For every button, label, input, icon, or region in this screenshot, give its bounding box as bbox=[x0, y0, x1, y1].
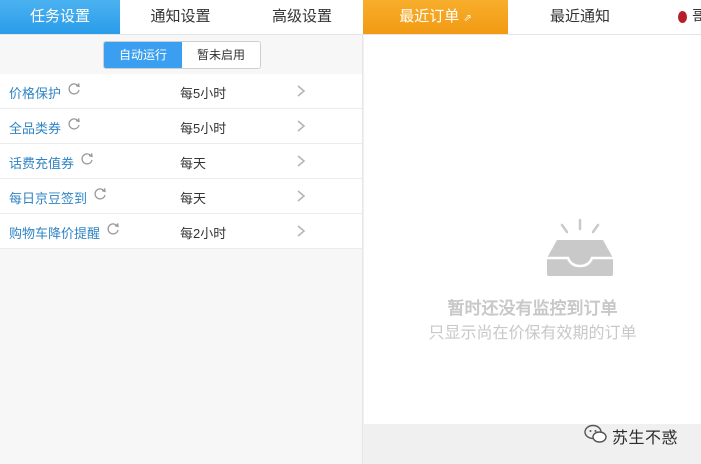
chevron-right-icon[interactable] bbox=[296, 84, 306, 98]
task-row-daily-jingdou-checkin[interactable]: 每日京豆签到 每天 bbox=[0, 179, 362, 214]
task-row-price-protection[interactable]: 价格保护 每5小时 bbox=[0, 74, 362, 109]
task-frequency: 每2小时 bbox=[180, 226, 227, 241]
task-name[interactable]: 话费充值券 bbox=[9, 153, 74, 172]
refresh-icon[interactable] bbox=[80, 152, 94, 166]
refresh-icon[interactable] bbox=[93, 187, 107, 201]
task-frequency: 每天 bbox=[180, 191, 207, 206]
tab-notification-settings[interactable]: 通知设置 bbox=[120, 0, 241, 34]
task-frequency: 每天 bbox=[180, 156, 207, 171]
tab-recent-orders[interactable]: 最近订单 ⇗ bbox=[363, 0, 508, 34]
tab-recent-notifications[interactable]: 最近通知 bbox=[508, 0, 652, 34]
red-dot-icon bbox=[678, 11, 687, 23]
refresh-icon[interactable] bbox=[67, 82, 81, 96]
mode-toggle: 自动运行 暂未启用 bbox=[103, 41, 261, 69]
task-frequency: 每5小时 bbox=[180, 121, 227, 136]
chevron-right-icon[interactable] bbox=[296, 119, 306, 133]
tab-advanced-settings[interactable]: 高级设置 bbox=[241, 0, 363, 34]
recent-orders-panel bbox=[364, 35, 701, 424]
external-link-icon: ⇗ bbox=[463, 13, 472, 24]
task-settings-panel: 自动运行 暂未启用 价格保护 每5小时 全品类券 每5小时 话费充值券 每天 每… bbox=[0, 35, 363, 464]
not-enabled-button[interactable]: 暂未启用 bbox=[182, 42, 260, 68]
empty-state-subtitle: 只显示尚在价保有效期的订单 bbox=[428, 325, 637, 342]
tab-task-settings[interactable]: 任务设置 bbox=[0, 0, 120, 34]
chevron-right-icon[interactable] bbox=[296, 154, 306, 168]
empty-tray-icon bbox=[547, 218, 613, 276]
task-frequency: 每5小时 bbox=[180, 86, 227, 101]
task-list: 价格保护 每5小时 全品类券 每5小时 话费充值券 每天 每日京豆签到 每天 购… bbox=[0, 74, 362, 249]
task-row-all-category-coupon[interactable]: 全品类券 每5小时 bbox=[0, 109, 362, 144]
refresh-icon[interactable] bbox=[67, 117, 81, 131]
chevron-right-icon[interactable] bbox=[296, 189, 306, 203]
task-name[interactable]: 每日京豆签到 bbox=[9, 188, 87, 207]
task-row-phone-topup-coupon[interactable]: 话费充值券 每天 bbox=[0, 144, 362, 179]
task-name[interactable]: 全品类券 bbox=[9, 118, 61, 137]
auto-run-button[interactable]: 自动运行 bbox=[104, 42, 182, 68]
tab-clipped[interactable]: 哥 bbox=[652, 0, 701, 34]
top-tab-bar: 任务设置 通知设置 高级设置 最近订单 ⇗ 最近通知 哥 bbox=[0, 0, 701, 35]
task-name[interactable]: 购物车降价提醒 bbox=[9, 223, 100, 242]
task-row-cart-price-drop-alert[interactable]: 购物车降价提醒 每2小时 bbox=[0, 214, 362, 249]
refresh-icon[interactable] bbox=[106, 222, 120, 236]
wechat-icon bbox=[584, 424, 607, 443]
watermark-text: 苏生不惑 bbox=[612, 430, 679, 447]
empty-state-title: 暂时还没有监控到订单 bbox=[447, 299, 618, 318]
task-name[interactable]: 价格保护 bbox=[9, 83, 61, 102]
chevron-right-icon[interactable] bbox=[296, 224, 306, 238]
